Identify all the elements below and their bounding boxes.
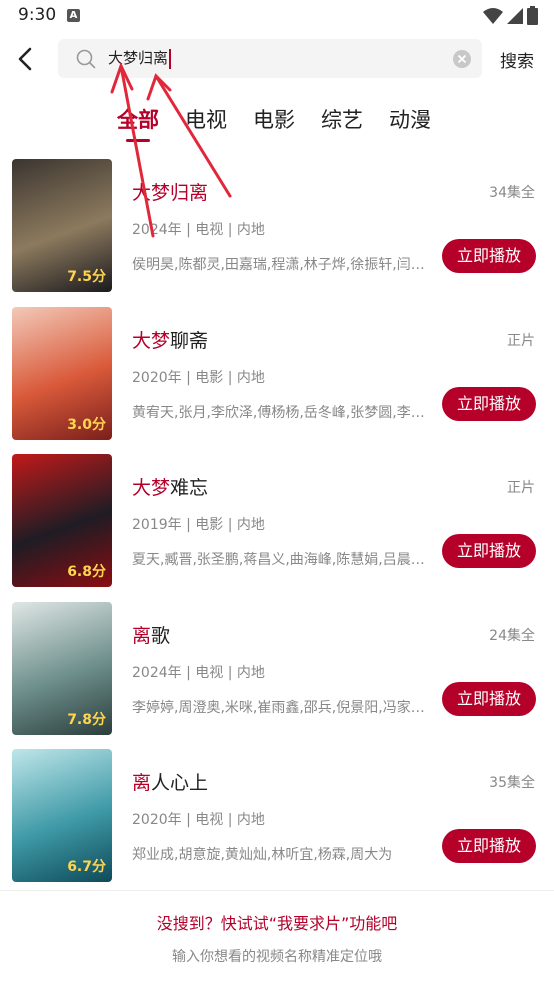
text-caret: [169, 48, 172, 69]
poster-image[interactable]: 6.8分: [12, 454, 112, 587]
status-bar: 9:30 A: [0, 0, 554, 32]
result-title[interactable]: 离歌: [132, 621, 170, 648]
episode-status: 35集全: [489, 775, 535, 791]
back-arrow-icon[interactable]: [12, 45, 40, 73]
poster-image[interactable]: 6.7分: [12, 749, 112, 882]
result-item[interactable]: 6.7分 离人心上 35集全 2020年 | 电视 | 内地 郑业成,胡意旋,黄…: [0, 748, 554, 896]
tab-all[interactable]: 全部: [117, 104, 159, 144]
result-title[interactable]: 大梦聊斋: [132, 326, 208, 353]
title-highlight: 大梦归离: [132, 182, 209, 204]
poster-score: 6.7分: [67, 859, 106, 875]
request-footer: 没搜到？快试试“我要求片”功能吧 输入你想看的视频名称精准定位哦: [0, 890, 554, 984]
search-input[interactable]: 大梦归离: [108, 39, 172, 78]
poster-image[interactable]: 7.8分: [12, 601, 112, 735]
title-rest: 人心上: [151, 772, 209, 794]
episode-status: 24集全: [489, 627, 535, 644]
search-row: 大梦归离 搜索: [0, 38, 554, 80]
poster-score: 6.8分: [67, 564, 106, 580]
poster-score: 3.0分: [67, 416, 106, 433]
status-icons: [483, 6, 538, 25]
result-title[interactable]: 大梦难忘: [132, 473, 208, 500]
result-item[interactable]: 7.8分 离歌 24集全 2024年 | 电视 | 内地 李婷婷,周澄奥,米咪,…: [0, 601, 554, 749]
tab-tv[interactable]: 电视: [185, 104, 227, 144]
result-list: 7.5分 大梦归离 34集全 2024年 | 电视 | 内地 侯明昊,陈都灵,田…: [0, 158, 554, 896]
tab-variety[interactable]: 综艺: [321, 104, 363, 144]
episode-status: 正片: [507, 480, 535, 496]
title-rest: 聊斋: [170, 329, 209, 352]
result-item[interactable]: 3.0分 大梦聊斋 正片 2020年 | 电影 | 内地 黄宥天,张月,李欣泽,…: [0, 306, 554, 454]
result-cast: 侯明昊,陈都灵,田嘉瑞,程潇,林子烨,徐振轩,闫…: [132, 257, 425, 273]
title-highlight: 大梦: [132, 329, 171, 352]
clear-icon[interactable]: [452, 49, 472, 69]
episode-status: 正片: [507, 332, 535, 349]
poster-score: 7.8分: [67, 711, 106, 728]
status-time: 9:30: [18, 5, 57, 25]
play-now-button[interactable]: 立即播放: [442, 681, 536, 716]
search-icon: [76, 49, 96, 69]
signal-icon: [507, 7, 523, 24]
play-now-button[interactable]: 立即播放: [442, 534, 536, 568]
result-title[interactable]: 大梦归离: [132, 178, 208, 205]
result-meta: 2020年 | 电影 | 内地: [132, 369, 265, 386]
title-highlight: 离: [132, 624, 152, 647]
result-meta: 2024年 | 电视 | 内地: [132, 222, 265, 238]
search-query-text: 大梦归离: [108, 49, 169, 67]
title-rest: 歌: [151, 624, 171, 647]
category-tabs: 全部 电视 电影 综艺 动漫: [117, 104, 457, 144]
title-highlight: 离: [132, 772, 152, 794]
tab-anime[interactable]: 动漫: [389, 104, 431, 144]
result-cast: 郑业成,胡意旋,黄灿灿,林听宜,杨霖,周大为: [132, 847, 393, 863]
search-box[interactable]: 大梦归离: [58, 39, 482, 78]
battery-icon: [527, 6, 538, 25]
result-item[interactable]: 7.5分 大梦归离 34集全 2024年 | 电视 | 内地 侯明昊,陈都灵,田…: [0, 158, 554, 306]
notification-icon: A: [67, 9, 80, 22]
poster-score: 7.5分: [67, 269, 106, 285]
result-meta: 2020年 | 电视 | 内地: [132, 812, 265, 828]
tab-movie[interactable]: 电影: [253, 104, 295, 144]
play-now-button[interactable]: 立即播放: [442, 239, 536, 273]
request-hint: 输入你想看的视频名称精准定位哦: [172, 949, 382, 965]
result-item[interactable]: 6.8分 大梦难忘 正片 2019年 | 电影 | 内地 夏天,臧晋,张圣鹏,蒋…: [0, 453, 554, 601]
result-meta: 2019年 | 电影 | 内地: [132, 517, 265, 533]
title-highlight: 大梦: [132, 477, 171, 499]
title-rest: 难忘: [170, 477, 209, 499]
episode-status: 34集全: [489, 185, 535, 201]
result-cast: 夏天,臧晋,张圣鹏,蒋昌义,曲海峰,陈慧娟,吕晨…: [132, 552, 425, 568]
wifi-icon: [483, 7, 503, 24]
result-title[interactable]: 离人心上: [132, 768, 208, 795]
result-cast: 黄宥天,张月,李欣泽,傅杨杨,岳冬峰,张梦圆,李…: [132, 404, 425, 421]
poster-image[interactable]: 3.0分: [12, 306, 112, 440]
result-cast: 李婷婷,周澄奥,米咪,崔雨鑫,邵兵,倪景阳,冯家…: [132, 699, 425, 716]
search-button[interactable]: 搜索: [500, 47, 534, 72]
play-now-button[interactable]: 立即播放: [442, 386, 536, 421]
request-film-link[interactable]: 没搜到？快试试“我要求片”功能吧: [0, 910, 554, 934]
poster-image[interactable]: 7.5分: [12, 159, 112, 292]
result-meta: 2024年 | 电视 | 内地: [132, 664, 265, 681]
play-now-button[interactable]: 立即播放: [442, 829, 536, 863]
